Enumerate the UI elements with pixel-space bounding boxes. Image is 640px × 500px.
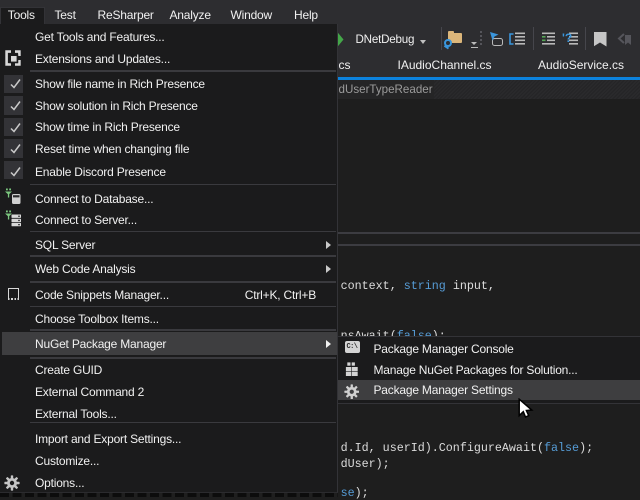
svg-text:'?: '? bbox=[562, 31, 572, 45]
